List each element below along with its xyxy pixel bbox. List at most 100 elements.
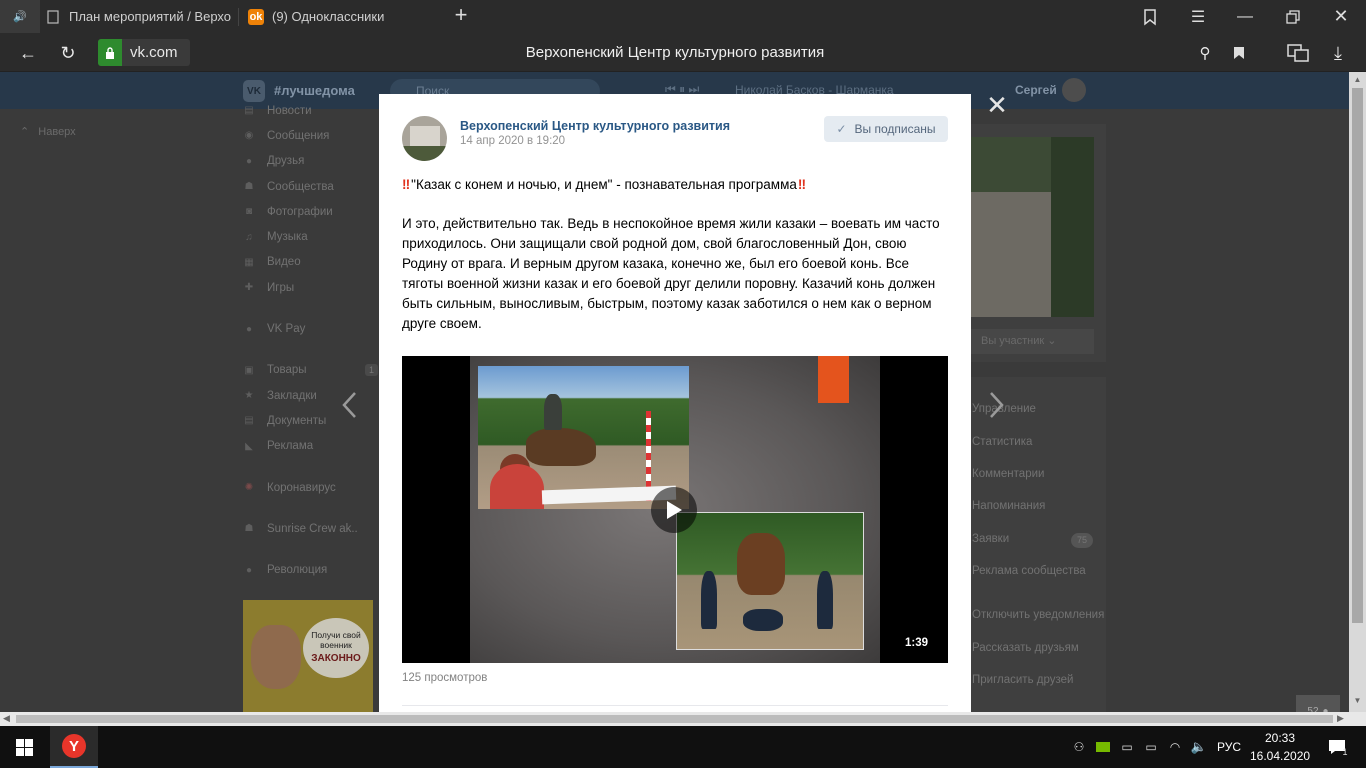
yandex-browser-icon[interactable]: Y — [50, 726, 98, 768]
sidebar-item-friends[interactable]: ● Друзья — [243, 149, 378, 174]
volume-icon[interactable]: 🔈 — [1190, 726, 1208, 768]
horizontal-scrollbar[interactable]: ◀ ▶ — [0, 712, 1349, 726]
search-icon[interactable]: ⚲ — [1191, 39, 1219, 67]
sidebar-item-music[interactable]: ♫ Музыка — [243, 224, 378, 249]
video-duration: 1:39 — [905, 637, 929, 649]
group-photo[interactable] — [971, 137, 1094, 317]
bookmarks-icon: ★ — [244, 390, 254, 402]
sidebar-item-goods[interactable]: ▣ Товары 1 — [243, 358, 378, 383]
chevron-right-icon[interactable] — [988, 390, 1012, 422]
post-headline: ‼ "Казак с конем и ночью, и днем" - позна… — [402, 177, 806, 192]
coronavirus-icon: ✺ — [244, 482, 254, 493]
promo-bubble: Получи свой военник ЗАКОННО — [303, 618, 369, 678]
video-player[interactable]: 1:39 — [402, 356, 948, 663]
group-name-link[interactable]: Верхопенский Центр культурного развития — [460, 119, 730, 133]
start-icon[interactable] — [0, 726, 48, 768]
menu-item-invite[interactable]: Пригласить друзей — [972, 674, 1073, 686]
menu-item-group-ads[interactable]: Реклама сообщества — [972, 565, 1086, 577]
sidebar-item-messages[interactable]: ◉ Сообщения — [243, 123, 378, 148]
close-icon[interactable]: ✕ — [985, 92, 1009, 118]
back-button[interactable]: ← — [14, 39, 42, 67]
promo-character — [251, 625, 301, 689]
tab-separator — [238, 8, 239, 26]
tab-odnoklassniki[interactable]: ok (9) Одноклассники — [248, 0, 438, 33]
subscribed-button[interactable]: ✓ Вы подписаны — [824, 116, 948, 142]
nvidia-icon[interactable] — [1094, 726, 1112, 768]
url-field[interactable]: vk.com — [98, 39, 190, 66]
promo-banner[interactable]: Получи свой военник ЗАКОННО — [243, 600, 373, 712]
groups-icon: ☗ — [244, 181, 254, 193]
windows-taskbar: Y ⚇ ▭ ▭ ◠ 🔈 РУС 20:33 16.04.2020 1 — [0, 726, 1366, 768]
translate-icon[interactable] — [1284, 39, 1312, 67]
browser-tab-bar: 🔊 План мероприятий / Верхо ok (9) Однокл… — [0, 0, 1366, 33]
goods-badge: 1 — [364, 364, 378, 377]
sidebar-item-photos[interactable]: ◙ Фотографии — [243, 199, 378, 224]
left-menu: ▤ Новости ◉ Сообщения ● Друзья ☗ Сообщества … — [243, 98, 378, 583]
sidebar-item-revolution[interactable]: ● Революция — [243, 557, 378, 582]
requests-badge: 75 — [1071, 533, 1093, 548]
sidebar-item-coronavirus[interactable]: ✺ Коронавирус — [243, 475, 378, 500]
sidebar-item-news[interactable]: ▤ Новости — [243, 98, 378, 123]
goods-icon: ▣ — [244, 364, 254, 376]
menu-icon[interactable]: ☰ — [1175, 0, 1221, 33]
close-window-button[interactable]: ✕ — [1318, 0, 1364, 33]
sidebar-item-vkpay[interactable]: ● VK Pay — [243, 316, 378, 341]
games-icon: ✚ — [244, 282, 254, 294]
sidebar-item-groups[interactable]: ☗ Сообщества — [243, 174, 378, 199]
sidebar-item-video[interactable]: ▦ Видео — [243, 250, 378, 275]
scroll-thumb[interactable] — [16, 715, 1333, 723]
vertical-scrollbar[interactable]: ▲ ▼ — [1349, 72, 1366, 712]
sidebar-item-app[interactable]: ☗ Sunrise Crew ak.. — [243, 516, 378, 541]
tab-audio-icon[interactable]: 🔊 — [0, 0, 40, 33]
tab-plan[interactable]: План мероприятий / Верхо — [46, 0, 231, 33]
menu-item-stats[interactable]: Статистика — [972, 436, 1032, 448]
wifi-icon[interactable]: ◠ — [1166, 726, 1184, 768]
bookmark-icon[interactable] — [1225, 39, 1253, 67]
member-button[interactable]: Вы участник ⌄ — [971, 329, 1094, 354]
scroll-right-icon[interactable]: ▶ — [1337, 713, 1344, 724]
clock-date[interactable]: 16.04.2020 — [1250, 749, 1310, 763]
group-avatar[interactable] — [402, 116, 447, 161]
language-indicator[interactable]: РУС — [1217, 740, 1241, 754]
minimize-button[interactable]: — — [1222, 0, 1268, 33]
photos-icon: ◙ — [245, 206, 253, 218]
sidebar-item-games[interactable]: ✚ Игры — [243, 275, 378, 300]
documents-icon: ▤ — [244, 415, 254, 427]
clock-time[interactable]: 20:33 — [1255, 731, 1305, 745]
scroll-thumb[interactable] — [1352, 88, 1363, 623]
odnoklassniki-icon: ok — [248, 8, 264, 25]
back-to-top-link[interactable]: ⌃ Наверх — [20, 125, 76, 138]
restore-button[interactable] — [1270, 0, 1316, 33]
vk-hashtag[interactable]: #лучшедома — [274, 83, 355, 98]
play-button[interactable] — [651, 487, 697, 533]
divider — [402, 705, 948, 706]
reload-button[interactable]: ↻ — [54, 39, 82, 67]
url-domain: vk.com — [130, 44, 178, 61]
scroll-down-icon[interactable]: ▼ — [1352, 696, 1363, 708]
views-count: 125 просмотров — [402, 672, 488, 684]
menu-item-mute[interactable]: Отключить уведомления — [972, 609, 1104, 621]
menu-item-share[interactable]: Рассказать друзьям — [972, 642, 1079, 654]
battery-icon[interactable]: ▭ — [1142, 726, 1160, 768]
lock-icon — [98, 39, 122, 66]
user-tray-icon[interactable]: ⚇ — [1070, 726, 1088, 768]
scroll-left-icon[interactable]: ◀ — [3, 713, 10, 724]
chevron-up-icon: ⌃ — [20, 126, 30, 138]
new-tab-button[interactable]: + — [450, 4, 472, 28]
menu-item-requests[interactable]: Заявки — [972, 533, 1009, 545]
double-exclamation-icon: ‼ — [797, 177, 806, 192]
user-name[interactable]: Сергей — [1015, 83, 1057, 97]
scroll-up-icon[interactable]: ▲ — [1352, 75, 1363, 87]
tablist-icon[interactable] — [1127, 0, 1173, 33]
post-date[interactable]: 14 апр 2020 в 19:20 — [460, 135, 565, 147]
menu-item-reminders[interactable]: Напоминания — [972, 500, 1045, 512]
download-icon[interactable]: ⤓ — [1324, 39, 1352, 67]
notifications-count: 1 — [1342, 747, 1348, 757]
network-drive-icon[interactable]: ▭ — [1118, 726, 1136, 768]
check-icon: ✓ — [836, 122, 847, 136]
avatar[interactable] — [1062, 78, 1086, 102]
sidebar-item-ads[interactable]: ◣ Реклама — [243, 434, 378, 459]
menu-item-comments[interactable]: Комментарии — [972, 468, 1044, 480]
notifications-icon[interactable]: 1 — [1318, 726, 1358, 768]
chevron-left-icon[interactable] — [340, 390, 364, 422]
